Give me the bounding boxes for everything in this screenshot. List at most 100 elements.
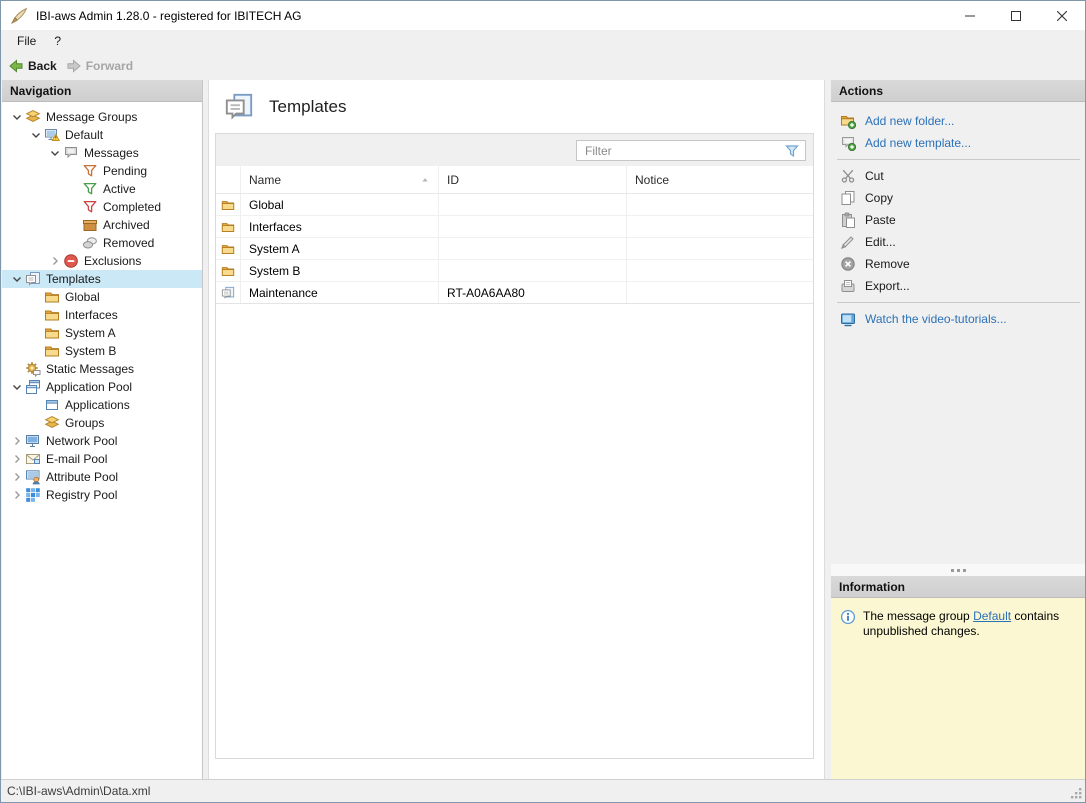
pending-funnel-icon: [82, 163, 98, 179]
folder-icon: [221, 242, 235, 256]
nav-item-templates[interactable]: Templates: [2, 270, 202, 288]
edit-button[interactable]: Edit...: [831, 231, 1086, 253]
paste-icon: [840, 212, 856, 228]
minimize-button[interactable]: [947, 1, 993, 30]
panel-splitter[interactable]: [831, 564, 1086, 576]
page-title: Templates: [269, 97, 346, 117]
chevron-spacer: [27, 343, 44, 359]
application-pool-icon: [25, 379, 41, 395]
chevron-right-icon[interactable]: [8, 469, 25, 485]
chevron-right-icon[interactable]: [8, 433, 25, 449]
folder-icon: [44, 307, 60, 323]
table-row-system-b[interactable]: System B: [216, 260, 813, 282]
tv-icon: [840, 311, 856, 327]
pencil-icon: [840, 234, 856, 250]
nav-item-removed[interactable]: Removed: [2, 234, 202, 252]
data-file-path: C:\IBI-aws\Admin\Data.xml: [7, 784, 150, 798]
nav-item-registry-pool[interactable]: Registry Pool: [2, 486, 202, 504]
archived-box-icon: [82, 217, 98, 233]
paste-button[interactable]: Paste: [831, 209, 1086, 231]
nav-item-system-a[interactable]: System A: [2, 324, 202, 342]
nav-item-messages[interactable]: Messages: [2, 144, 202, 162]
nav-item-message-groups[interactable]: Message Groups: [2, 108, 202, 126]
close-button[interactable]: [1039, 1, 1085, 30]
minimize-icon: [965, 11, 975, 21]
nav-item-applications[interactable]: Applications: [2, 396, 202, 414]
nav-item-default[interactable]: Default: [2, 126, 202, 144]
information-content: The message group Default contains unpub…: [831, 598, 1086, 779]
nav-item-pending[interactable]: Pending: [2, 162, 202, 180]
message-groups-icon: [25, 109, 41, 125]
copy-button[interactable]: Copy: [831, 187, 1086, 209]
add-new-template-button[interactable]: Add new template...: [831, 132, 1086, 154]
attribute-pool-person-icon: [25, 469, 41, 485]
content-area: Navigation Message Groups Default Messag…: [2, 80, 1084, 779]
nav-item-archived[interactable]: Archived: [2, 216, 202, 234]
nav-item-exclusions[interactable]: Exclusions: [2, 252, 202, 270]
default-message-group-link[interactable]: Default: [973, 609, 1011, 623]
column-header-id[interactable]: ID: [439, 166, 627, 193]
export-button[interactable]: Export...: [831, 275, 1086, 297]
chevron-right-icon[interactable]: [8, 451, 25, 467]
status-bar: C:\IBI-aws\Admin\Data.xml: [1, 779, 1085, 802]
back-button[interactable]: Back: [5, 56, 63, 76]
nav-item-attribute-pool[interactable]: Attribute Pool: [2, 468, 202, 486]
chevron-spacer: [27, 325, 44, 341]
maximize-icon: [1011, 11, 1021, 21]
remove-button[interactable]: Remove: [831, 253, 1086, 275]
chevron-down-icon[interactable]: [8, 109, 25, 125]
nav-item-interfaces[interactable]: Interfaces: [2, 306, 202, 324]
completed-funnel-icon: [82, 199, 98, 215]
right-panel: Actions Add new folder... Add new templa…: [831, 80, 1086, 779]
menu-help[interactable]: ?: [45, 30, 70, 52]
watch-video-tutorials-link[interactable]: Watch the video-tutorials...: [831, 308, 1086, 330]
table-row-global[interactable]: Global: [216, 194, 813, 216]
nav-item-application-pool[interactable]: Application Pool: [2, 378, 202, 396]
column-header-icon[interactable]: [216, 166, 241, 193]
chevron-down-icon[interactable]: [27, 127, 44, 143]
chevron-right-icon[interactable]: [8, 487, 25, 503]
nav-item-system-b[interactable]: System B: [2, 342, 202, 360]
resize-grip[interactable]: [1071, 788, 1083, 800]
cut-button[interactable]: Cut: [831, 165, 1086, 187]
templates-list-card: Name ID Notice Global Interfaces: [215, 133, 814, 759]
filter-bar: [216, 134, 813, 166]
folder-icon: [44, 325, 60, 341]
chevron-down-icon[interactable]: [8, 379, 25, 395]
actions-separator: [837, 159, 1080, 160]
chevron-right-icon[interactable]: [46, 253, 63, 269]
chevron-spacer: [65, 181, 82, 197]
table-row-system-a[interactable]: System A: [216, 238, 813, 260]
export-icon: [840, 278, 856, 294]
nav-item-static-messages[interactable]: Static Messages: [2, 360, 202, 378]
menu-bar: File ?: [1, 30, 1085, 52]
nav-item-active[interactable]: Active: [2, 180, 202, 198]
nav-item-groups[interactable]: Groups: [2, 414, 202, 432]
templates-icon: [25, 271, 41, 287]
filter-funnel-icon[interactable]: [784, 143, 800, 159]
nav-item-network-pool[interactable]: Network Pool: [2, 432, 202, 450]
chevron-down-icon[interactable]: [46, 145, 63, 161]
registry-pool-grid-icon: [25, 487, 41, 503]
table-row-interfaces[interactable]: Interfaces: [216, 216, 813, 238]
chevron-down-icon[interactable]: [8, 271, 25, 287]
nav-item-email-pool[interactable]: E-mail Pool: [2, 450, 202, 468]
column-header-notice[interactable]: Notice: [627, 166, 813, 193]
applications-window-icon: [44, 397, 60, 413]
forward-button[interactable]: Forward: [63, 56, 139, 76]
menu-file[interactable]: File: [8, 30, 45, 52]
chevron-spacer: [65, 199, 82, 215]
column-header-name[interactable]: Name: [241, 166, 439, 193]
template-icon: [221, 286, 235, 300]
maximize-button[interactable]: [993, 1, 1039, 30]
add-new-folder-button[interactable]: Add new folder...: [831, 110, 1086, 132]
nav-item-global[interactable]: Global: [2, 288, 202, 306]
email-pool-envelope-icon: [25, 451, 41, 467]
table-row-maintenance[interactable]: Maintenance RT-A0A6AA80: [216, 282, 813, 304]
filter-input[interactable]: [576, 140, 806, 161]
copy-icon: [840, 190, 856, 206]
title-bar: IBI-aws Admin 1.28.0 - registered for IB…: [1, 1, 1085, 30]
navigation-panel: Navigation Message Groups Default Messag…: [2, 80, 203, 779]
nav-item-completed[interactable]: Completed: [2, 198, 202, 216]
folder-icon: [221, 220, 235, 234]
